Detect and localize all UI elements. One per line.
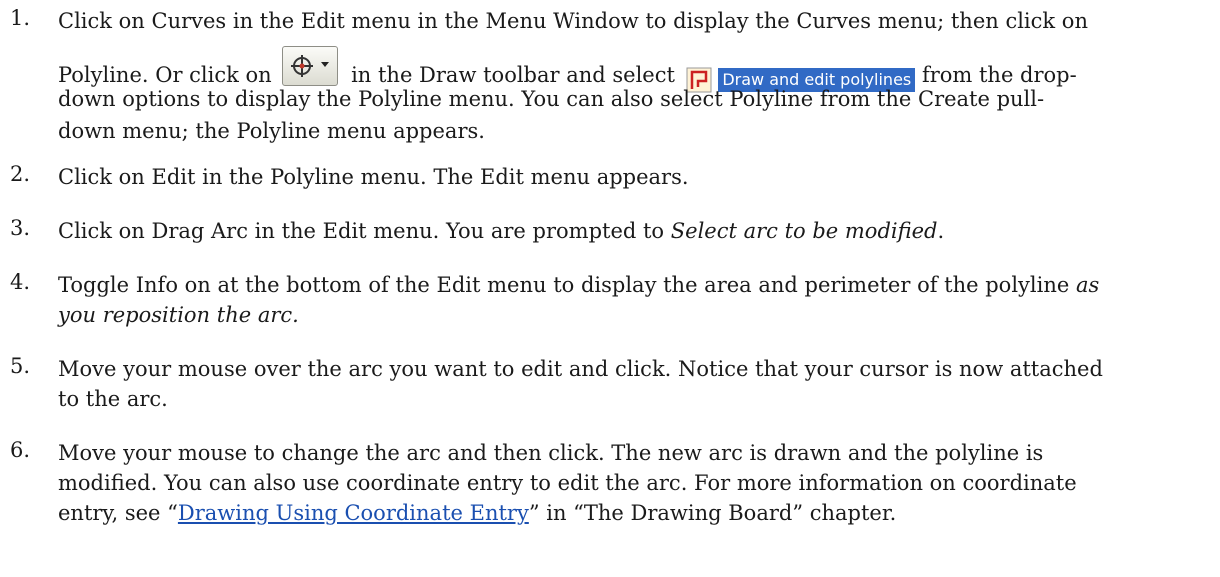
step-text: Toggle Info on at the bottom of the Edit…	[58, 270, 1208, 300]
step-number: 5.	[10, 354, 31, 378]
step-number: 6.	[10, 438, 31, 462]
step-line: Click on Edit in the Polyline menu. The …	[58, 165, 689, 189]
emphasis-text: as	[1075, 273, 1100, 297]
step-text: Click on Drag Arc in the Edit menu. You …	[58, 216, 1208, 246]
step-text: entry, see “Drawing Using Coordinate Ent…	[58, 498, 1208, 528]
step-number: 1.	[10, 6, 31, 30]
step-text: to the arc.	[58, 384, 1208, 414]
step-line: Move your mouse to change the arc and th…	[58, 441, 1044, 465]
step-number: 2.	[10, 162, 31, 186]
step-line: Click on Curves in the Edit menu in the …	[58, 9, 1088, 33]
step-text: down menu; the Polyline menu appears.	[58, 116, 1208, 146]
step-line: to the arc.	[58, 387, 168, 411]
step-line: entry, see “	[58, 501, 178, 525]
step-line: down menu; the Polyline menu appears.	[58, 119, 485, 143]
chevron-down-icon	[321, 62, 330, 67]
step-line: Move your mouse over the arc you want to…	[58, 357, 1103, 381]
step-line: down options to display the Polyline men…	[58, 87, 1045, 111]
step-line: modified. You can also use coordinate en…	[58, 471, 1077, 495]
prompt-text: Select arc to be modified	[670, 219, 938, 243]
step-text: Move your mouse to change the arc and th…	[58, 438, 1208, 468]
step-text: you reposition the arc.	[58, 300, 1208, 330]
step-text: Click on Curves in the Edit menu in the …	[58, 6, 1208, 36]
step-number: 4.	[10, 270, 31, 294]
step-line: Toggle Info on at the bottom of the Edit…	[58, 273, 1076, 297]
step-text: modified. You can also use coordinate en…	[58, 468, 1208, 498]
emphasis-text: you reposition the arc.	[58, 303, 299, 327]
draw-toolbar-button[interactable]	[282, 46, 339, 86]
coordinate-entry-link[interactable]: Drawing Using Coordinate Entry	[178, 501, 529, 525]
step-text: Polyline. Or click on in the Draw toolba…	[58, 46, 1208, 92]
step-text: down options to display the Polyline men…	[58, 84, 1208, 114]
step-line: ” in “The Drawing Board” chapter.	[528, 501, 897, 525]
crosshair-circle-icon	[291, 55, 314, 77]
step-line: .	[937, 219, 945, 243]
step-line: Click on Drag Arc in the Edit menu. You …	[58, 219, 671, 243]
step-number: 3.	[10, 216, 31, 240]
step-text: Click on Edit in the Polyline menu. The …	[58, 162, 1208, 192]
step-text: Move your mouse over the arc you want to…	[58, 354, 1208, 384]
instruction-page: 1. Click on Curves in the Edit menu in t…	[0, 0, 1220, 577]
